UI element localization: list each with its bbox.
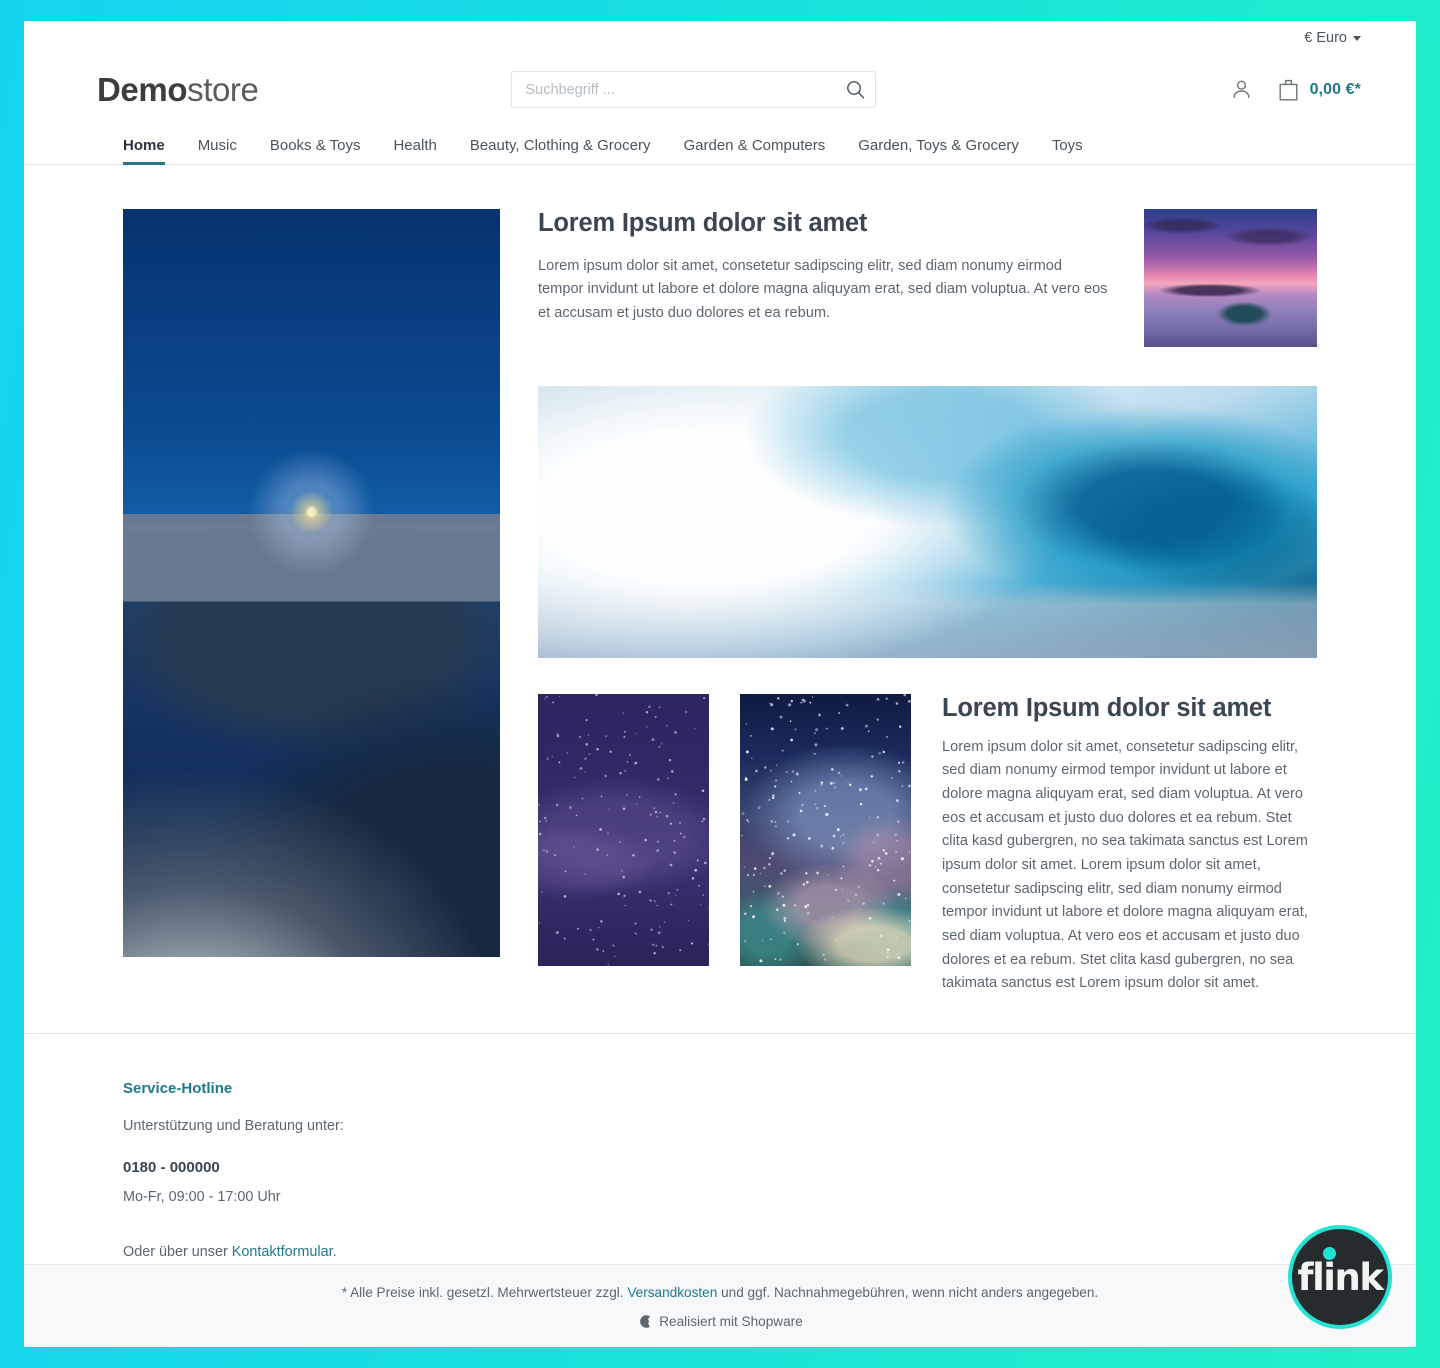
site-logo[interactable]: Demostore bbox=[97, 71, 259, 109]
shopware-logo-icon bbox=[637, 1314, 652, 1329]
user-icon bbox=[1230, 78, 1253, 101]
main-navigation: Home Music Books & Toys Health Beauty, C… bbox=[24, 121, 1416, 165]
ocean-wave-image bbox=[538, 385, 1317, 658]
powered-by-label: Realisiert mit Shopware bbox=[659, 1314, 803, 1329]
topbar: € Euro bbox=[24, 21, 1416, 55]
nav-item-books-toys[interactable]: Books & Toys bbox=[270, 138, 361, 164]
cart-total-amount: 0,00 €* bbox=[1309, 80, 1361, 98]
cart-button[interactable]: 0,00 €* bbox=[1277, 78, 1361, 102]
search-icon bbox=[846, 80, 865, 99]
hero-paragraph: Lorem ipsum dolor sit amet, consetetur s… bbox=[538, 257, 1108, 322]
currency-label: € Euro bbox=[1304, 29, 1347, 46]
nav-item-garden-computers[interactable]: Garden & Computers bbox=[683, 138, 825, 164]
footer: Service-Hotline Unterstützung und Beratu… bbox=[24, 1034, 1416, 1264]
hero-text: Lorem Ipsum dolor sit amet Lorem ipsum d… bbox=[538, 209, 1144, 326]
right-column: Lorem Ipsum dolor sit amet Lorem ipsum d… bbox=[500, 208, 1317, 996]
legal-suffix-text: und ggf. Nachnahmegebühren, wenn nicht a… bbox=[717, 1285, 1099, 1300]
search-input[interactable] bbox=[511, 71, 877, 109]
hero-title: Lorem Ipsum dolor sit amet bbox=[538, 208, 868, 237]
logo-light-part: store bbox=[187, 71, 259, 109]
nav-item-beauty-clothing-grocery[interactable]: Beauty, Clothing & Grocery bbox=[470, 138, 651, 164]
flink-badge-label: flink bbox=[1297, 1255, 1384, 1299]
hero-block: Lorem Ipsum dolor sit amet Lorem ipsum d… bbox=[538, 208, 1317, 347]
secondary-block: Lorem Ipsum dolor sit amet Lorem ipsum d… bbox=[538, 693, 1317, 996]
milky-way-galaxy-image bbox=[740, 693, 911, 966]
contact-suffix-text: . bbox=[332, 1243, 337, 1260]
nav-item-toys[interactable]: Toys bbox=[1052, 138, 1083, 164]
secondary-paragraph: Lorem ipsum dolor sit amet, consetetur s… bbox=[942, 738, 1308, 992]
shipping-costs-link[interactable]: Versandkosten bbox=[627, 1285, 717, 1300]
legal-prefix-text: * Alle Preise inkl. gesetzl. Mehrwertste… bbox=[341, 1285, 628, 1300]
header-actions: 0,00 €* bbox=[1230, 78, 1361, 102]
purple-starfield-image bbox=[538, 693, 709, 966]
shopping-bag-icon bbox=[1277, 78, 1300, 102]
secondary-title: Lorem Ipsum dolor sit amet bbox=[942, 693, 1272, 722]
service-hotline-subtitle: Unterstützung und Beratung unter: bbox=[123, 1117, 344, 1134]
main-content: Lorem Ipsum dolor sit amet Lorem ipsum d… bbox=[24, 165, 1416, 996]
nav-item-music[interactable]: Music bbox=[198, 138, 237, 164]
currency-switcher[interactable]: € Euro bbox=[1304, 30, 1361, 46]
powered-by: Realisiert mit Shopware bbox=[24, 1314, 1416, 1329]
legal-notice: * Alle Preise inkl. gesetzl. Mehrwertste… bbox=[24, 1285, 1416, 1300]
nav-item-home[interactable]: Home bbox=[123, 138, 165, 165]
secondary-text: Lorem Ipsum dolor sit amet Lorem ipsum d… bbox=[942, 694, 1317, 996]
account-button[interactable] bbox=[1230, 78, 1253, 101]
hero-image-wrapper bbox=[1144, 208, 1317, 347]
left-column bbox=[123, 208, 500, 996]
header: Demostore Suchbegriff ... 0,00 €* bbox=[24, 55, 1416, 121]
chevron-down-icon bbox=[1353, 36, 1361, 42]
nav-item-health[interactable]: Health bbox=[393, 138, 436, 164]
search-form bbox=[511, 71, 877, 109]
contact-form-link[interactable]: Kontaktformular bbox=[232, 1244, 333, 1260]
contact-form-line: Oder über unser Kontaktformular. bbox=[123, 1241, 1317, 1264]
contact-prefix-text: Oder über unser bbox=[123, 1243, 232, 1260]
sunset-boat-image bbox=[1144, 208, 1317, 347]
storefront-page: € Euro Demostore Suchbegriff ... 0,00 €*… bbox=[24, 21, 1416, 1347]
bottom-bar: * Alle Preise inkl. gesetzl. Mehrwertste… bbox=[24, 1264, 1416, 1347]
search-button[interactable] bbox=[838, 71, 872, 108]
flink-badge-dot-icon bbox=[1322, 1246, 1336, 1260]
nav-item-garden-toys-grocery[interactable]: Garden, Toys & Grocery bbox=[858, 138, 1019, 164]
lighthouse-image bbox=[123, 208, 500, 957]
service-hotline-hours: Mo-Fr, 09:00 - 17:00 Uhr bbox=[123, 1188, 281, 1205]
logo-bold-part: Demo bbox=[97, 71, 188, 109]
flink-badge-word: flink bbox=[1297, 1246, 1384, 1299]
service-hotline-phone: 0180 - 000000 bbox=[123, 1158, 220, 1176]
service-hotline-title: Service-Hotline bbox=[123, 1079, 233, 1097]
flink-badge[interactable]: flink bbox=[1288, 1225, 1392, 1329]
